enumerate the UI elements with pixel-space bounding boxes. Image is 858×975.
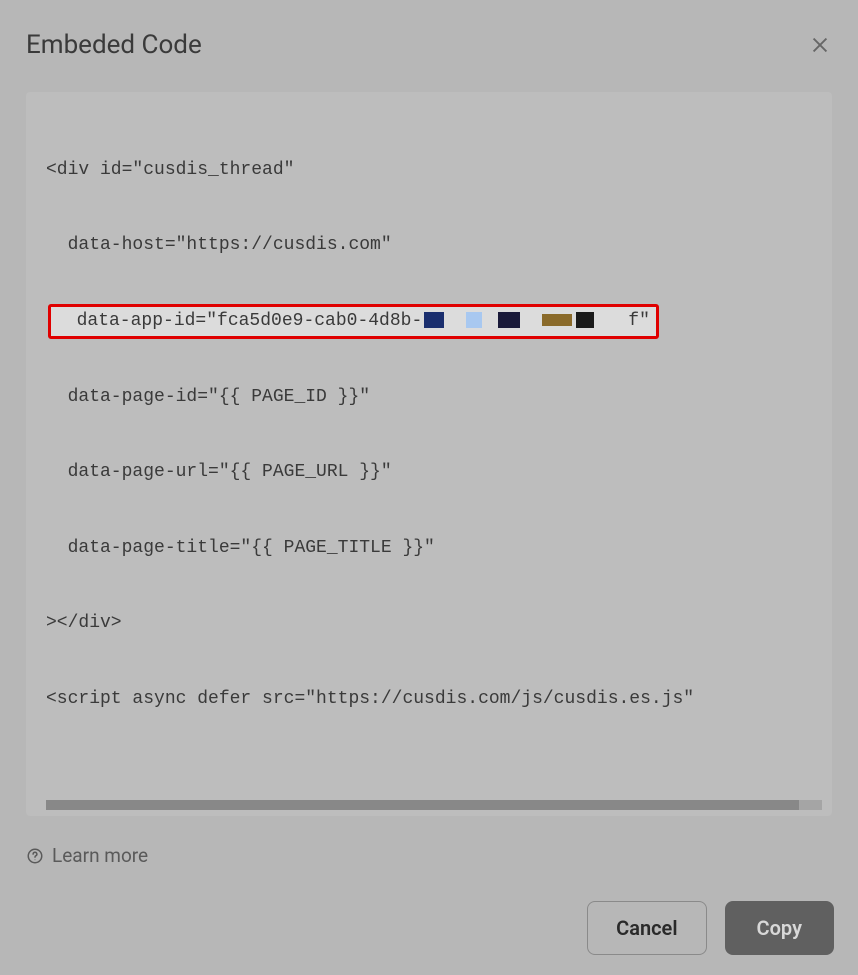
redacted-segment bbox=[424, 312, 444, 328]
embed-code-modal: Embeded Code <div id="cusdis_thread" dat… bbox=[0, 0, 858, 653]
code-line: data-page-id="{{ PAGE_ID }}" bbox=[46, 379, 832, 417]
code-block[interactable]: <div id="cusdis_thread" data-host="https… bbox=[26, 92, 832, 816]
redacted-segment bbox=[576, 312, 594, 328]
modal-header: Embeded Code bbox=[0, 0, 858, 80]
copy-button[interactable]: Copy bbox=[725, 901, 834, 955]
code-line: data-page-url="{{ PAGE_URL }}" bbox=[46, 454, 832, 492]
code-line: data-host="https://cusdis.com" bbox=[46, 227, 832, 265]
redacted-segment bbox=[498, 312, 520, 328]
scrollbar-thumb[interactable] bbox=[46, 800, 799, 810]
code-line: <script async defer src="https://cusdis.… bbox=[46, 681, 832, 719]
code-content: <div id="cusdis_thread" data-host="https… bbox=[46, 114, 832, 794]
code-line-highlighted: data-app-id="fca5d0e9-cab0-4d8b-f" bbox=[46, 303, 832, 341]
redacted-segment bbox=[542, 314, 572, 326]
cancel-button[interactable]: Cancel bbox=[587, 901, 706, 955]
close-icon[interactable] bbox=[808, 33, 832, 57]
modal-footer: Cancel Copy bbox=[0, 877, 858, 975]
learn-more-link[interactable]: Learn more bbox=[0, 816, 858, 877]
code-line: <div id="cusdis_thread" bbox=[46, 152, 832, 190]
horizontal-scrollbar[interactable] bbox=[46, 800, 822, 810]
modal-title: Embeded Code bbox=[26, 30, 202, 60]
learn-more-label: Learn more bbox=[52, 844, 148, 867]
code-line: ></div> bbox=[46, 605, 832, 643]
code-line: data-page-title="{{ PAGE_TITLE }}" bbox=[46, 530, 832, 568]
redacted-segment bbox=[466, 312, 482, 328]
